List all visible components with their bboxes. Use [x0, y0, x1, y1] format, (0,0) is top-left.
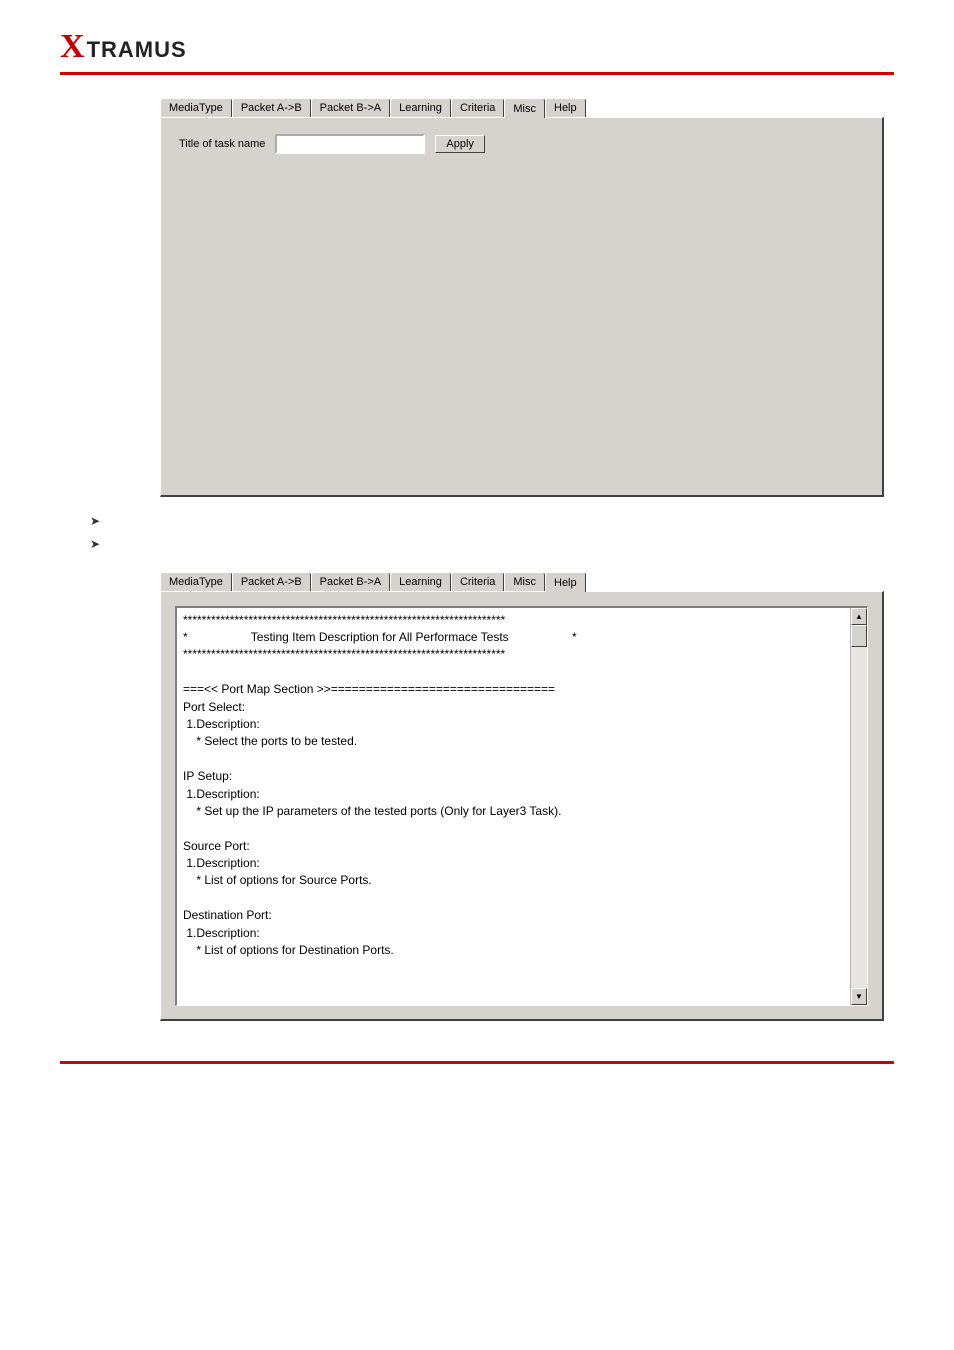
tab-misc[interactable]: Misc	[504, 98, 545, 118]
misc-panel: MediaType Packet A->B Packet B->A Learni…	[160, 95, 884, 497]
tab-packet-ab[interactable]: Packet A->B	[232, 572, 311, 591]
help-panel: MediaType Packet A->B Packet B->A Learni…	[160, 569, 884, 1021]
misc-body: Title of task name Apply	[160, 117, 884, 497]
tab-criteria[interactable]: Criteria	[451, 572, 504, 591]
footer-rule	[60, 1061, 894, 1064]
chevron-right-icon: ➤	[90, 536, 100, 553]
title-label: Title of task name	[179, 138, 265, 150]
scroll-thumb[interactable]	[851, 625, 867, 647]
tab-mediatype[interactable]: MediaType	[160, 98, 232, 117]
scroll-track[interactable]	[851, 625, 867, 988]
scrollbar[interactable]: ▲ ▼	[850, 608, 867, 1005]
tab-criteria[interactable]: Criteria	[451, 98, 504, 117]
tab-mediatype[interactable]: MediaType	[160, 572, 232, 591]
tab-help[interactable]: Help	[545, 572, 586, 592]
help-tabs: MediaType Packet A->B Packet B->A Learni…	[160, 569, 884, 591]
scroll-down-icon[interactable]: ▼	[851, 988, 867, 1005]
apply-button[interactable]: Apply	[435, 135, 485, 153]
scroll-up-icon[interactable]: ▲	[851, 608, 867, 625]
title-row: Title of task name Apply	[179, 134, 864, 154]
tab-learning[interactable]: Learning	[390, 98, 451, 117]
help-text-content[interactable]: ****************************************…	[177, 608, 850, 1005]
tab-help[interactable]: Help	[545, 98, 586, 117]
logo-x: X	[60, 30, 85, 64]
title-input[interactable]	[275, 134, 425, 154]
bullet-item: ➤	[90, 513, 894, 530]
page-header: X TRAMUS	[60, 30, 894, 75]
misc-tabs: MediaType Packet A->B Packet B->A Learni…	[160, 95, 884, 117]
tab-misc[interactable]: Misc	[504, 572, 545, 591]
tab-learning[interactable]: Learning	[390, 572, 451, 591]
tab-packet-ab[interactable]: Packet A->B	[232, 98, 311, 117]
chevron-right-icon: ➤	[90, 513, 100, 530]
bullet-item: ➤	[90, 536, 894, 553]
help-body: ****************************************…	[160, 591, 884, 1021]
tab-packet-ba[interactable]: Packet B->A	[311, 572, 390, 591]
tab-packet-ba[interactable]: Packet B->A	[311, 98, 390, 117]
logo-text: TRAMUS	[87, 37, 187, 63]
help-textarea[interactable]: ****************************************…	[175, 606, 868, 1006]
bullet-list: ➤ ➤	[90, 513, 894, 553]
logo: X TRAMUS	[60, 30, 894, 64]
